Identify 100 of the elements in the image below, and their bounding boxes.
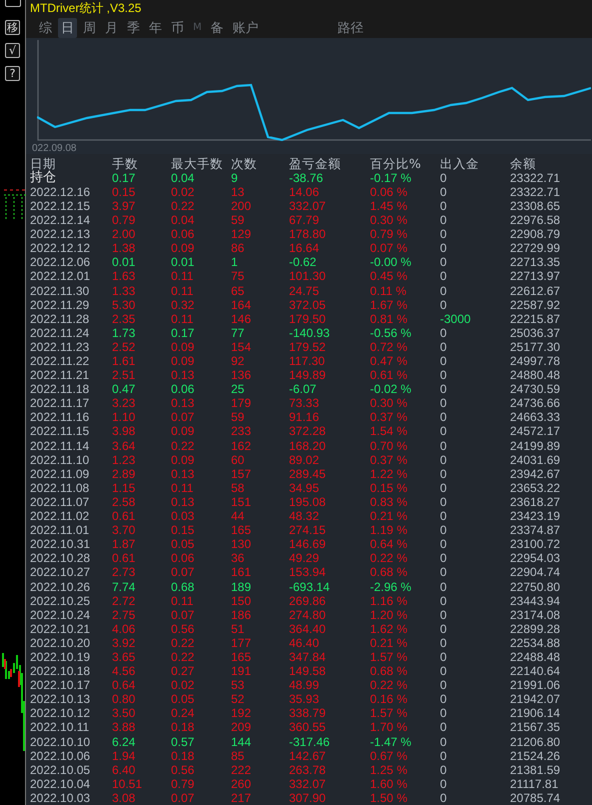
- balance-cell-text: 23618.27: [510, 494, 562, 510]
- table-cell-text: 0.37 %: [370, 452, 408, 467]
- balance-cell-text: 22899.28: [510, 622, 562, 636]
- table-cell-text: 217: [231, 790, 252, 805]
- deposit-cell-text: 0: [440, 424, 448, 439]
- column-header: 最大手数: [171, 156, 224, 171]
- table-cell-text: 3.50: [112, 706, 136, 720]
- deposit-cell-text: 0: [440, 692, 448, 706]
- table-cell-text: 117.30: [289, 354, 326, 368]
- table-cell-text: 0.79: [112, 213, 136, 228]
- date-cell-text: 2022.10.11: [30, 720, 90, 735]
- table-cell-text: 0.09: [171, 340, 196, 354]
- table-cell-text: 0.09: [171, 452, 196, 467]
- minimize-button[interactable]: [4, 0, 20, 7]
- table-cell-text: 3.92: [112, 636, 136, 650]
- balance-cell-text: 21117.81: [510, 776, 560, 791]
- table-cell-text: 14.06: [289, 184, 320, 199]
- table-cell-text: 16.64: [289, 241, 320, 256]
- table-cell-text: 73.33: [289, 396, 320, 410]
- table-cell-text: 1.67 %: [370, 298, 408, 312]
- deposit-cell-text: 0: [440, 776, 448, 791]
- table-cell-text: 0.61: [112, 551, 136, 566]
- balance-cell-text: 24880.48: [510, 368, 562, 382]
- table-cell-text: 151: [231, 494, 252, 510]
- balance-cell-text: 24730.59: [510, 382, 562, 396]
- table-cell-text: 0.47: [112, 382, 136, 396]
- table-cell-text: 1.94: [112, 748, 136, 763]
- table-cell-text: 260: [231, 776, 252, 791]
- balance-cell-text: 22215.87: [510, 312, 562, 326]
- date-cell-text: 2022.11.08: [30, 480, 90, 495]
- deposit-cell-text: 0: [440, 551, 448, 566]
- table-cell-text: 0.37 %: [370, 410, 408, 424]
- table-cell-text: -6.07: [289, 382, 318, 396]
- deposit-cell-text: 0: [440, 509, 448, 524]
- table-cell-text: -0.00 %: [370, 255, 412, 270]
- table-cell-text: 144: [231, 734, 252, 749]
- balance-cell-text: 22729.99: [510, 241, 562, 256]
- tab[interactable]: 日: [58, 18, 77, 38]
- date-cell-text: 2022.12.12: [30, 241, 92, 256]
- tab[interactable]: 年: [146, 18, 165, 38]
- column-header: 日期: [30, 156, 57, 171]
- table-cell-text: 0.09: [171, 241, 196, 256]
- tab[interactable]: 币: [168, 18, 187, 38]
- table-cell-text: 0.64 %: [370, 537, 408, 552]
- tab[interactable]: 综: [36, 18, 55, 38]
- table-cell-text: 1.25 %: [370, 762, 408, 777]
- table-cell-text: 0.13: [171, 494, 196, 510]
- table-cell-text: 0.07: [171, 608, 196, 622]
- deposit-cell-text: 0: [440, 340, 448, 354]
- table-cell-text: 0.16 %: [370, 692, 408, 706]
- table-cell-text: 168.20: [289, 438, 327, 453]
- deposit-cell-text: 0: [440, 622, 448, 636]
- tab[interactable]: 路径: [334, 18, 367, 38]
- side-button[interactable]: √: [5, 43, 20, 58]
- table-cell-text: 10.51: [112, 776, 144, 791]
- deposit-cell-text: 0: [440, 762, 448, 777]
- date-cell-text: 2022.10.06: [30, 748, 92, 763]
- table-cell-text: 0.03: [171, 509, 196, 524]
- date-cell-text: 2022.11.28: [30, 312, 90, 326]
- tab[interactable]: 账户: [230, 18, 262, 38]
- table-cell-text: 1.57 %: [370, 650, 408, 664]
- deposit-cell-text: 0: [440, 241, 448, 256]
- tab[interactable]: 备: [208, 18, 227, 38]
- tab[interactable]: 季: [124, 18, 143, 38]
- table-cell-text: 0.11: [171, 312, 194, 326]
- deposit-cell-text: 0: [440, 678, 448, 692]
- table-cell-text: 2.51: [112, 368, 136, 382]
- balance-cell-text: 23100.72: [510, 537, 562, 552]
- table-cell-text: 0.04: [171, 213, 196, 228]
- date-cell-text: 2022.10.31: [30, 537, 92, 552]
- balance-cell-text: 25177.30: [510, 340, 562, 354]
- table-cell-text: 1.63: [112, 269, 136, 284]
- table-cell-text: 1.57 %: [370, 706, 408, 720]
- table-cell-text: 136: [231, 368, 252, 382]
- tab[interactable]: 周: [80, 18, 99, 38]
- side-button[interactable]: 移: [5, 20, 20, 35]
- date-cell-text: 2022.11.14: [30, 438, 90, 453]
- table-cell-text: 1.54 %: [370, 424, 408, 439]
- table-cell-text: 48.99: [289, 678, 320, 692]
- table-cell-text: 0.21 %: [370, 509, 408, 524]
- table-cell-text: 0.11: [171, 284, 194, 298]
- table-cell-text: 164: [231, 298, 252, 312]
- tab[interactable]: 月: [102, 18, 121, 38]
- balance-cell-text: 24997.78: [510, 354, 562, 368]
- date-cell-text: 2022.10.21: [30, 622, 92, 636]
- balance-cell-text: 21567.35: [510, 720, 562, 735]
- date-cell-text: 2022.10.28: [30, 551, 92, 566]
- date-cell-text: 2022.10.03: [30, 790, 92, 805]
- table-cell-text: 1.45 %: [370, 198, 408, 214]
- date-cell-text: 2022.10.05: [30, 762, 92, 777]
- balance-cell-text: 25036.37: [510, 326, 562, 340]
- table-cell-text: 1.87: [112, 537, 136, 552]
- table-cell-text: 0.15: [112, 184, 136, 199]
- table-cell-text: 0.27: [171, 664, 196, 678]
- side-button[interactable]: ?: [5, 66, 20, 81]
- date-cell-text: 2022.10.18: [30, 664, 92, 678]
- date-cell-text: 2022.10.13: [30, 692, 92, 706]
- table-cell-text: 332.07: [289, 776, 327, 791]
- balance-cell-text: 24736.66: [510, 396, 562, 410]
- deposit-cell-text: 0: [440, 354, 448, 368]
